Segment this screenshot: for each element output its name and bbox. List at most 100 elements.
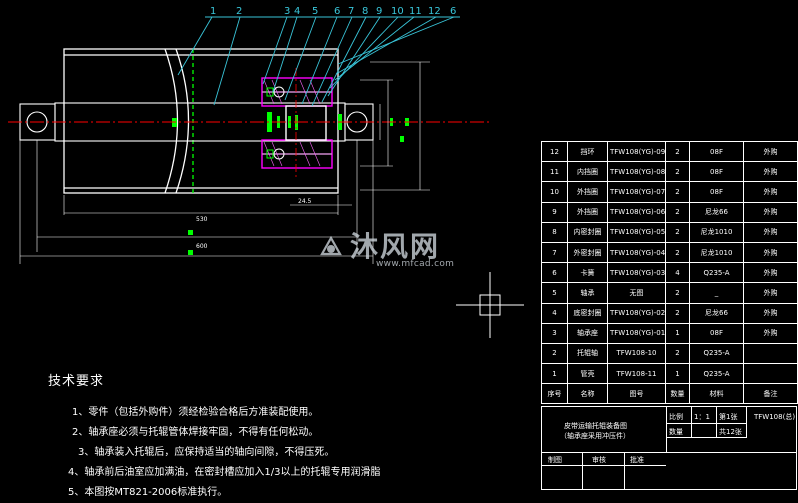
parts-header-item-no: 序号 [541,383,568,405]
parts-item-no: 3 [541,322,568,344]
parts-row: 4 底密封圈 TFW108(YG)-02 2 尼龙66 外购 [541,302,798,324]
parts-row: 6 卡簧 TFW108(YG)-03 4 Q235-A 外购 [541,262,798,284]
crosshair-cursor [456,272,524,338]
parts-remark: 外购 [743,282,798,304]
parts-item-no: 4 [541,302,568,324]
parts-row: 8 内密封圈 TFW108(YG)-05 2 尼龙1010 外购 [541,221,798,243]
parts-part-name: 外密封圈 [567,241,608,264]
balloon-2: 2 [236,6,242,17]
parts-header-material: 材料 [689,383,744,405]
parts-material: 尼龙1010 [689,241,744,264]
note-item: 1、零件（包括外购件）须经检验合格后方准装配使用。 [72,407,319,418]
parts-item-no: 2 [541,342,568,365]
parts-part-code: TFW108-11 [607,363,666,385]
dim-530: 530 [196,216,208,223]
parts-remark: 外购 [743,221,798,243]
parts-part-code: TFW108(YG)-01 [607,322,666,344]
title-block: 皮带运输托辊装备图 （轴承座采用冲压件） 比例 1：1 第1张 TFW108(总… [541,406,797,490]
parts-row: 2 托辊轴 TFW108-10 2 Q235-A [541,342,798,365]
parts-item-no: 6 [541,262,568,284]
parts-part-name: 底密封圈 [567,302,608,324]
parts-quantity: 4 [665,262,690,284]
total-sheets: 共12张 [719,428,742,436]
parts-item-no: 7 [541,241,568,264]
parts-remark: 外购 [743,161,798,183]
parts-quantity: 2 [665,201,690,223]
parts-material: 08F [689,140,744,163]
parts-header-part-name: 名称 [567,383,608,405]
parts-part-code: TFW108(YG)-09 [607,140,666,163]
drafted-label: 制图 [548,456,562,464]
balloon-labels: 1 2 3 4 5 6 7 8 9 10 11 12 6 [210,6,456,17]
balloon-9: 9 [376,6,382,17]
parts-part-code: TFW108(YG)-03 [607,262,666,284]
parts-row: 9 外挡圈 TFW108(YG)-06 2 尼龙66 外购 [541,201,798,223]
parts-quantity: 2 [665,342,690,365]
parts-quantity: 2 [665,140,690,163]
checked-label: 审核 [592,456,606,464]
title-name: 皮带运输托辊装备图 [564,422,627,430]
parts-part-name: 卡簧 [567,262,608,284]
parts-header-quantity: 数量 [665,383,690,405]
parts-part-name: 轴承 [567,282,608,304]
parts-part-name: 外挡圈 [567,201,608,223]
parts-material: 08F [689,181,744,203]
parts-part-code: TFW108(YG)-07 [607,181,666,203]
scale-label: 比例 [669,413,683,421]
parts-quantity: 1 [665,363,690,385]
parts-part-name: 外挡圈 [567,181,608,203]
parts-header-row: 序号 名称 图号 数量 材料 备注 [541,383,798,405]
parts-row: 11 内挡圈 TFW108(YG)-08 2 08F 外购 [541,161,798,183]
parts-remark: 外购 [743,302,798,324]
parts-quantity: 2 [665,221,690,243]
parts-row: 7 外密封圈 TFW108(YG)-04 2 尼龙1010 外购 [541,241,798,264]
bearing-hatch [263,79,321,167]
balloon-3: 3 [284,6,290,17]
watermark-logo-icon [320,235,342,256]
parts-part-name: 托辊轴 [567,342,608,365]
balloon-12: 12 [428,6,441,17]
parts-row: 3 轴承座 TFW108(YG)-01 1 08F 外购 [541,322,798,344]
parts-part-code: TFW108(YG)-08 [607,161,666,183]
balloon-10: 10 [391,6,404,17]
parts-row: 12 挡环 TFW108(YG)-09 2 08F 外购 [541,140,798,163]
watermark: 沐风网 www.mfcad.com [318,225,454,269]
notes-title: 技术要求 [48,374,105,389]
balloon-6: 6 [334,6,340,17]
parts-material: 尼龙66 [689,302,744,324]
parts-row: 10 外挡圈 TFW108(YG)-07 2 08F 外购 [541,181,798,203]
balloon-4: 4 [294,6,300,17]
parts-quantity: 1 [665,322,690,344]
scale-value: 1：1 [694,413,710,421]
parts-remark: 外购 [743,140,798,163]
parts-part-name: 内挡圈 [567,161,608,183]
note-item: 3、轴承装入托辊后，应保持适当的轴向间隙，不得压死。 [78,447,335,458]
parts-remark: 外购 [743,201,798,223]
parts-row: 5 轴承 无图 2 _ 外购 [541,282,798,304]
parts-item-no: 11 [541,161,568,183]
balloon-11: 11 [409,6,422,17]
parts-remark [743,342,798,365]
parts-row: 1 管壳 TFW108-11 1 Q235-A [541,363,798,385]
parts-material: Q235-A [689,363,744,385]
parts-item-no: 12 [541,140,568,163]
parts-part-code: 无图 [607,282,666,304]
technical-requirements: 技术要求 1、零件（包括外购件）须经检验合格后方准装配使用。 2、轴承座必须与托… [48,370,518,503]
parts-part-code: TFW108(YG)-02 [607,302,666,324]
dim-24-5: 24.5 [298,198,312,205]
parts-remark: 外购 [743,322,798,344]
parts-item-no: 8 [541,221,568,243]
parts-quantity: 2 [665,181,690,203]
parts-item-no: 9 [541,201,568,223]
parts-header-part-code: 图号 [607,383,666,405]
balloon-5: 5 [312,6,318,17]
parts-part-name: 挡环 [567,140,608,163]
title-subname: （轴承座采用冲压件） [560,432,630,440]
parts-quantity: 2 [665,282,690,304]
watermark-url: www.mfcad.com [376,259,455,269]
parts-part-code: TFW108(YG)-05 [607,221,666,243]
dim-600: 600 [196,243,208,250]
parts-material: 08F [689,161,744,183]
parts-quantity: 2 [665,241,690,264]
qty-label: 数量 [669,428,683,436]
